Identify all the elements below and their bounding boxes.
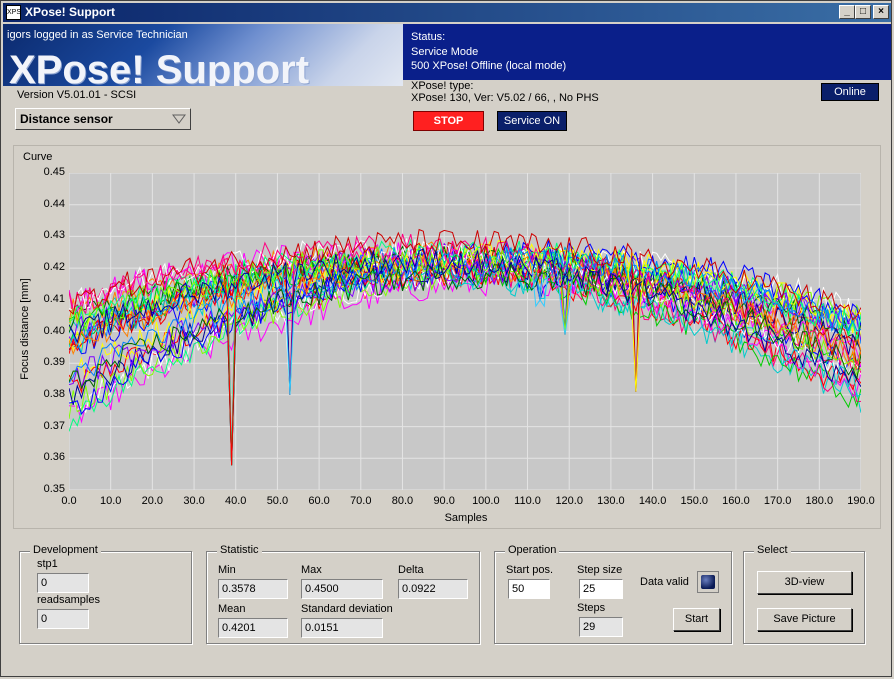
start-pos-field[interactable]: 50 [508,579,550,599]
header: igors logged in as Service Technician XP… [3,24,891,104]
window-title: XPose! Support [25,5,116,19]
data-valid-label: Data valid [640,576,689,588]
sensor-select-value: Distance sensor [20,112,113,126]
x-tick-label: 80.0 [391,495,414,507]
steps-label: Steps [577,602,606,614]
y-tick-label: 0.40 [43,324,65,337]
app-icon: XPS [6,5,21,20]
x-tick-label: 100.0 [472,495,500,507]
save-picture-button[interactable]: Save Picture [757,608,852,631]
x-tick-label: 60.0 [308,495,330,507]
y-tick-label: 0.36 [43,451,65,464]
mean-label: Mean [218,603,246,615]
y-tick-label: 0.44 [43,197,65,210]
minimize-button[interactable]: _ [839,5,855,19]
std-field: 0.0151 [301,618,383,638]
status-detail: 500 XPose! Offline (local mode) [411,60,567,72]
x-tick-label: 20.0 [141,495,164,507]
plot-area[interactable] [69,173,861,490]
step-size-label: Step size [577,564,623,576]
x-tick-label: 130.0 [597,495,625,507]
x-axis-label: Samples [444,512,488,524]
maximize-button[interactable]: □ [855,5,871,19]
x-tick-label: 10.0 [99,495,122,507]
x-tick-label: 40.0 [225,495,247,507]
statistic-title: Statistic [217,544,262,556]
start-pos-label: Start pos. [506,564,554,576]
development-title: Development [30,544,101,556]
close-button[interactable]: × [873,5,889,19]
chevron-down-icon [172,114,186,124]
std-label: Standard deviation [301,603,393,615]
y-tick-label: 0.35 [43,483,65,495]
xpose-type-panel: XPose! type: XPose! 130, Ver: V5.02 / 66… [403,80,891,104]
y-tick-label: 0.43 [43,229,65,242]
max-label: Max [301,564,322,576]
brand-banner: igors logged in as Service Technician XP… [3,24,403,104]
start-button[interactable]: Start [673,608,720,631]
x-tick-label: 30.0 [183,495,205,507]
x-tick-label: 170.0 [763,495,792,507]
x-tick-label: 70.0 [350,495,372,507]
login-text: igors logged in as Service Technician [7,29,188,41]
min-label: Min [218,564,236,576]
y-tick-label: 0.39 [43,356,65,369]
max-field: 0.4500 [301,579,383,599]
status-mode: Service Mode [411,46,479,58]
stop-button[interactable]: STOP [413,111,484,131]
y-tick-label: 0.38 [43,387,65,400]
service-button[interactable]: Service ON [497,111,567,131]
delta-label: Delta [398,564,424,576]
curve-label: Curve [23,151,53,163]
sensor-select[interactable]: Distance sensor [15,108,191,130]
type-label: XPose! type: [411,80,474,92]
data-valid-led-icon [697,571,719,593]
x-tick-label: 50.0 [266,495,289,507]
x-tick-label: 90.0 [433,495,455,507]
select-title: Select [754,544,791,556]
3d-view-button[interactable]: 3D-view [757,571,852,594]
version-text: Version V5.01.01 - SCSI [3,86,403,104]
y-tick-label: 0.45 [43,166,65,178]
steps-field: 29 [579,617,623,637]
operation-title: Operation [505,544,560,556]
curve-chart [69,173,861,490]
x-tick-label: 120.0 [555,495,583,507]
y-tick-label: 0.41 [43,292,65,305]
x-tick-label: 180.0 [805,495,834,507]
stp1-label: stp1 [37,558,58,570]
x-tick-label: 190.0 [847,495,875,507]
main-window: XPS XPose! Support _ □ × igors logged in… [0,0,892,677]
mean-field: 0.4201 [218,618,288,638]
y-tick-label: 0.42 [43,261,65,274]
readsamples-field[interactable]: 0 [37,609,89,629]
status-panel: Status: Service Mode 500 XPose! Offline … [403,24,891,80]
min-field: 0.3578 [218,579,288,599]
x-tick-label: 140.0 [638,495,667,507]
x-tick-label: 160.0 [722,495,750,507]
stp1-field[interactable]: 0 [37,573,89,593]
step-size-field[interactable]: 25 [579,579,623,599]
delta-field: 0.0922 [398,579,468,599]
x-tick-label: 110.0 [514,495,541,507]
type-value: XPose! 130, Ver: V5.02 / 66, , No PHS [411,92,599,104]
readsamples-label: readsamples [37,594,100,606]
title-bar: XPS XPose! Support _ □ × [3,3,891,22]
x-tick-label: 150.0 [680,495,709,507]
online-button[interactable]: Online [821,83,879,101]
x-tick-label: 0.0 [61,495,77,507]
y-tick-label: 0.37 [43,419,65,432]
y-axis-label: Focus distance [mm] [19,278,31,380]
status-label: Status: [411,31,446,43]
